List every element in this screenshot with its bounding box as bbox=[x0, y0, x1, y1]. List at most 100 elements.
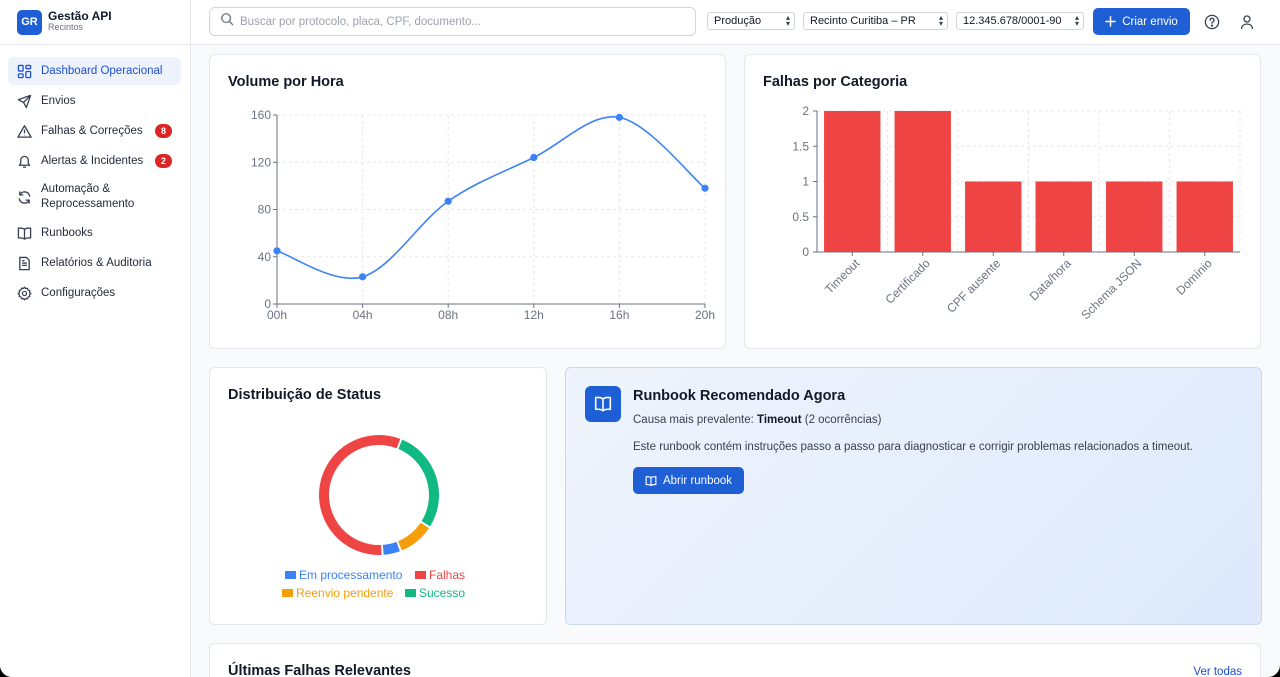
warning-triangle-icon bbox=[17, 123, 33, 139]
sidebar-item-alertas[interactable]: Alertas & Incidentes 2 bbox=[8, 147, 181, 175]
volume-line-chart: 0408012016000h 04h 08h 12h 16h 20h bbox=[251, 108, 715, 322]
recinto-select-value: Recinto Curitiba – PR bbox=[810, 15, 916, 27]
falhas-bar bbox=[824, 111, 881, 252]
y-tick-label: 0 bbox=[802, 245, 809, 259]
legend-label: Reenvio pendente bbox=[296, 586, 394, 600]
legend-item-pending[interactable]: Reenvio pendente bbox=[282, 586, 393, 600]
count-badge: 2 bbox=[155, 154, 172, 168]
refresh-icon bbox=[17, 189, 33, 205]
sidebar-item-label: Envios bbox=[41, 94, 76, 107]
sidebar-item-relatorios[interactable]: Relatórios & Auditoria bbox=[8, 249, 181, 277]
book-icon bbox=[585, 386, 621, 422]
falhas-bar bbox=[1176, 181, 1233, 252]
x-tick-label: Domínio bbox=[1173, 256, 1215, 298]
gear-icon bbox=[17, 285, 33, 301]
legend-item-success[interactable]: Sucesso bbox=[405, 586, 465, 600]
x-tick-label: Certificado bbox=[882, 256, 933, 307]
legend-swatch bbox=[285, 571, 296, 579]
create-envio-label: Criar envio bbox=[1122, 15, 1178, 28]
select-chevrons-icon: ▴ ▾ bbox=[938, 13, 943, 28]
x-tick-label: Schema JSON bbox=[1078, 256, 1144, 322]
y-tick-label: 1 bbox=[802, 175, 809, 189]
y-tick-label: 40 bbox=[258, 250, 272, 264]
legend-swatch bbox=[405, 589, 416, 597]
legend-item-failures[interactable]: Falhas bbox=[415, 568, 465, 582]
volume-data-point bbox=[530, 153, 538, 162]
runbook-description: Este runbook contém instruções passo a p… bbox=[633, 441, 1193, 453]
bell-icon bbox=[17, 153, 33, 169]
runbook-cause-prefix: Causa mais prevalente: bbox=[633, 414, 754, 426]
volume-data-point bbox=[359, 273, 367, 281]
book-icon bbox=[17, 225, 33, 241]
cnpj-select[interactable]: 12.345.678/0001-90 ▴ ▾ bbox=[956, 12, 1084, 30]
volume-data-point bbox=[444, 197, 452, 205]
open-runbook-button[interactable]: Abrir runbook bbox=[633, 467, 744, 494]
sidebar-item-envios[interactable]: Envios bbox=[8, 87, 181, 115]
y-tick-label: 160 bbox=[251, 108, 271, 122]
runbook-title: Runbook Recomendado Agora bbox=[633, 388, 846, 404]
runbook-cause-suffix: (2 ocorrências) bbox=[804, 414, 882, 426]
sidebar-item-label: Runbooks bbox=[41, 226, 93, 239]
sidebar-item-label: Automação & Reprocessamento bbox=[41, 183, 135, 210]
donut-slice bbox=[382, 541, 400, 555]
legend-label: Falhas bbox=[429, 568, 466, 582]
book-icon bbox=[645, 475, 657, 487]
status-card: Distribuição de Status Em processamento … bbox=[209, 367, 547, 625]
recent-failures-card: Últimas Falhas Relevantes Ver todas bbox=[209, 643, 1261, 677]
sidebar-item-label: Alertas & Incidentes bbox=[41, 154, 144, 167]
report-icon bbox=[17, 255, 33, 271]
sidebar-item-label: Configurações bbox=[41, 286, 116, 299]
volume-data-point bbox=[615, 113, 623, 121]
runbook-card: Runbook Recomendado Agora Causa mais pre… bbox=[565, 367, 1262, 625]
send-icon bbox=[17, 93, 33, 109]
legend-swatch bbox=[415, 571, 426, 579]
search-box[interactable] bbox=[209, 7, 696, 36]
sidebar-item-configuracoes[interactable]: Configurações bbox=[8, 279, 181, 307]
x-tick-label: 16h bbox=[609, 308, 629, 322]
x-tick-label: 20h bbox=[695, 308, 715, 322]
select-chevrons-icon: ▴ ▾ bbox=[1074, 13, 1079, 28]
y-tick-label: 1.5 bbox=[792, 139, 809, 153]
x-tick-label: CPF ausente bbox=[944, 256, 1004, 316]
volume-data-point bbox=[273, 247, 281, 255]
falhas-bar bbox=[894, 111, 951, 252]
brand-title: Gestão API bbox=[48, 9, 112, 23]
help-icon[interactable] bbox=[1203, 13, 1221, 31]
volume-card: Volume por Hora 0 40 80 120 160 00h 04h 08h 12h 1… bbox=[209, 54, 726, 349]
legend-label: Sucesso bbox=[419, 586, 466, 600]
sidebar-item-dashboard[interactable]: Dashboard Operacional bbox=[8, 57, 181, 85]
donut-slice bbox=[398, 439, 439, 527]
x-tick-label: 04h bbox=[353, 308, 373, 322]
environment-select-value: Produção bbox=[714, 15, 762, 27]
runbook-cause-value: Timeout bbox=[757, 414, 802, 426]
create-envio-button[interactable]: Criar envio bbox=[1093, 8, 1190, 35]
x-tick-label: 12h bbox=[524, 308, 544, 322]
brand-subtitle: Recintos bbox=[48, 22, 84, 32]
falhas-bar bbox=[965, 181, 1022, 252]
search-input[interactable] bbox=[240, 15, 680, 28]
environment-select[interactable]: Produção ▴ ▾ bbox=[707, 12, 795, 30]
plus-icon bbox=[1105, 16, 1117, 27]
sidebar-item-automacao[interactable]: Automação & Reprocessamento bbox=[8, 177, 181, 217]
falhas-bar bbox=[1106, 181, 1163, 252]
sidebar-item-label: Falhas & Correções bbox=[41, 124, 143, 137]
x-tick-label: Data/hora bbox=[1027, 256, 1074, 303]
x-tick-label: Timeout bbox=[822, 256, 863, 297]
donut-slice bbox=[319, 435, 401, 555]
see-all-link[interactable]: Ver todas bbox=[1193, 666, 1242, 677]
sidebar-item-label: Relatórios & Auditoria bbox=[41, 256, 152, 269]
open-runbook-label: Abrir runbook bbox=[662, 474, 733, 487]
recinto-select[interactable]: Recinto Curitiba – PR ▴ ▾ bbox=[803, 12, 948, 30]
sidebar-nav: Dashboard Operacional Envios Falhas & Co… bbox=[8, 57, 181, 309]
topbar: Produção ▴▾ Recinto Curitiba – PR ▴▾ 12.… bbox=[191, 0, 1280, 45]
sidebar: GR Gestão API Recintos Dashboard Operaci… bbox=[0, 0, 191, 677]
count-badge: 8 bbox=[155, 124, 172, 138]
user-icon[interactable] bbox=[1238, 13, 1256, 31]
x-tick-label: 08h bbox=[438, 308, 458, 322]
select-chevrons-icon: ▴ ▾ bbox=[785, 13, 790, 28]
dashboard-grid-icon bbox=[17, 63, 33, 79]
app-window: GR Gestão API Recintos Dashboard Operaci… bbox=[0, 0, 1280, 677]
legend-item-processing[interactable]: Em processamento bbox=[285, 568, 402, 582]
sidebar-item-runbooks[interactable]: Runbooks bbox=[8, 219, 181, 247]
sidebar-item-falhas[interactable]: Falhas & Correções 8 bbox=[8, 117, 181, 145]
